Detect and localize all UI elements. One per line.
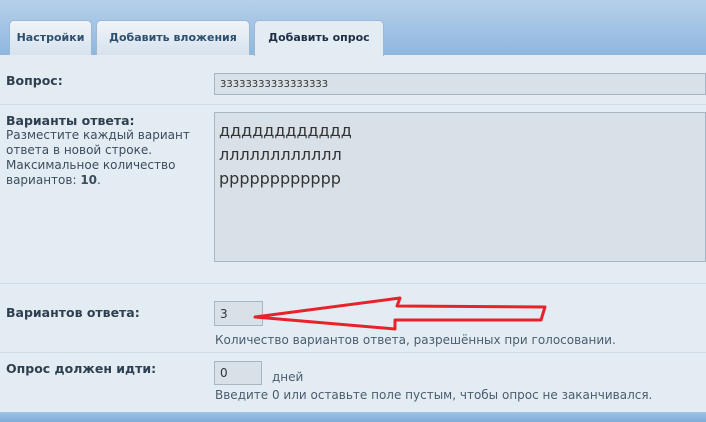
- arrow-shape: [253, 296, 547, 331]
- red-arrow-annotation: [253, 296, 547, 331]
- duration-input[interactable]: [214, 361, 262, 385]
- duration-hint: Введите 0 или оставьте поле пустым, чтоб…: [215, 388, 653, 402]
- divider: [0, 352, 706, 353]
- bottom-bar: [0, 412, 706, 422]
- duration-unit: дней: [272, 370, 304, 384]
- duration-label: Опрос должен идти:: [6, 361, 157, 376]
